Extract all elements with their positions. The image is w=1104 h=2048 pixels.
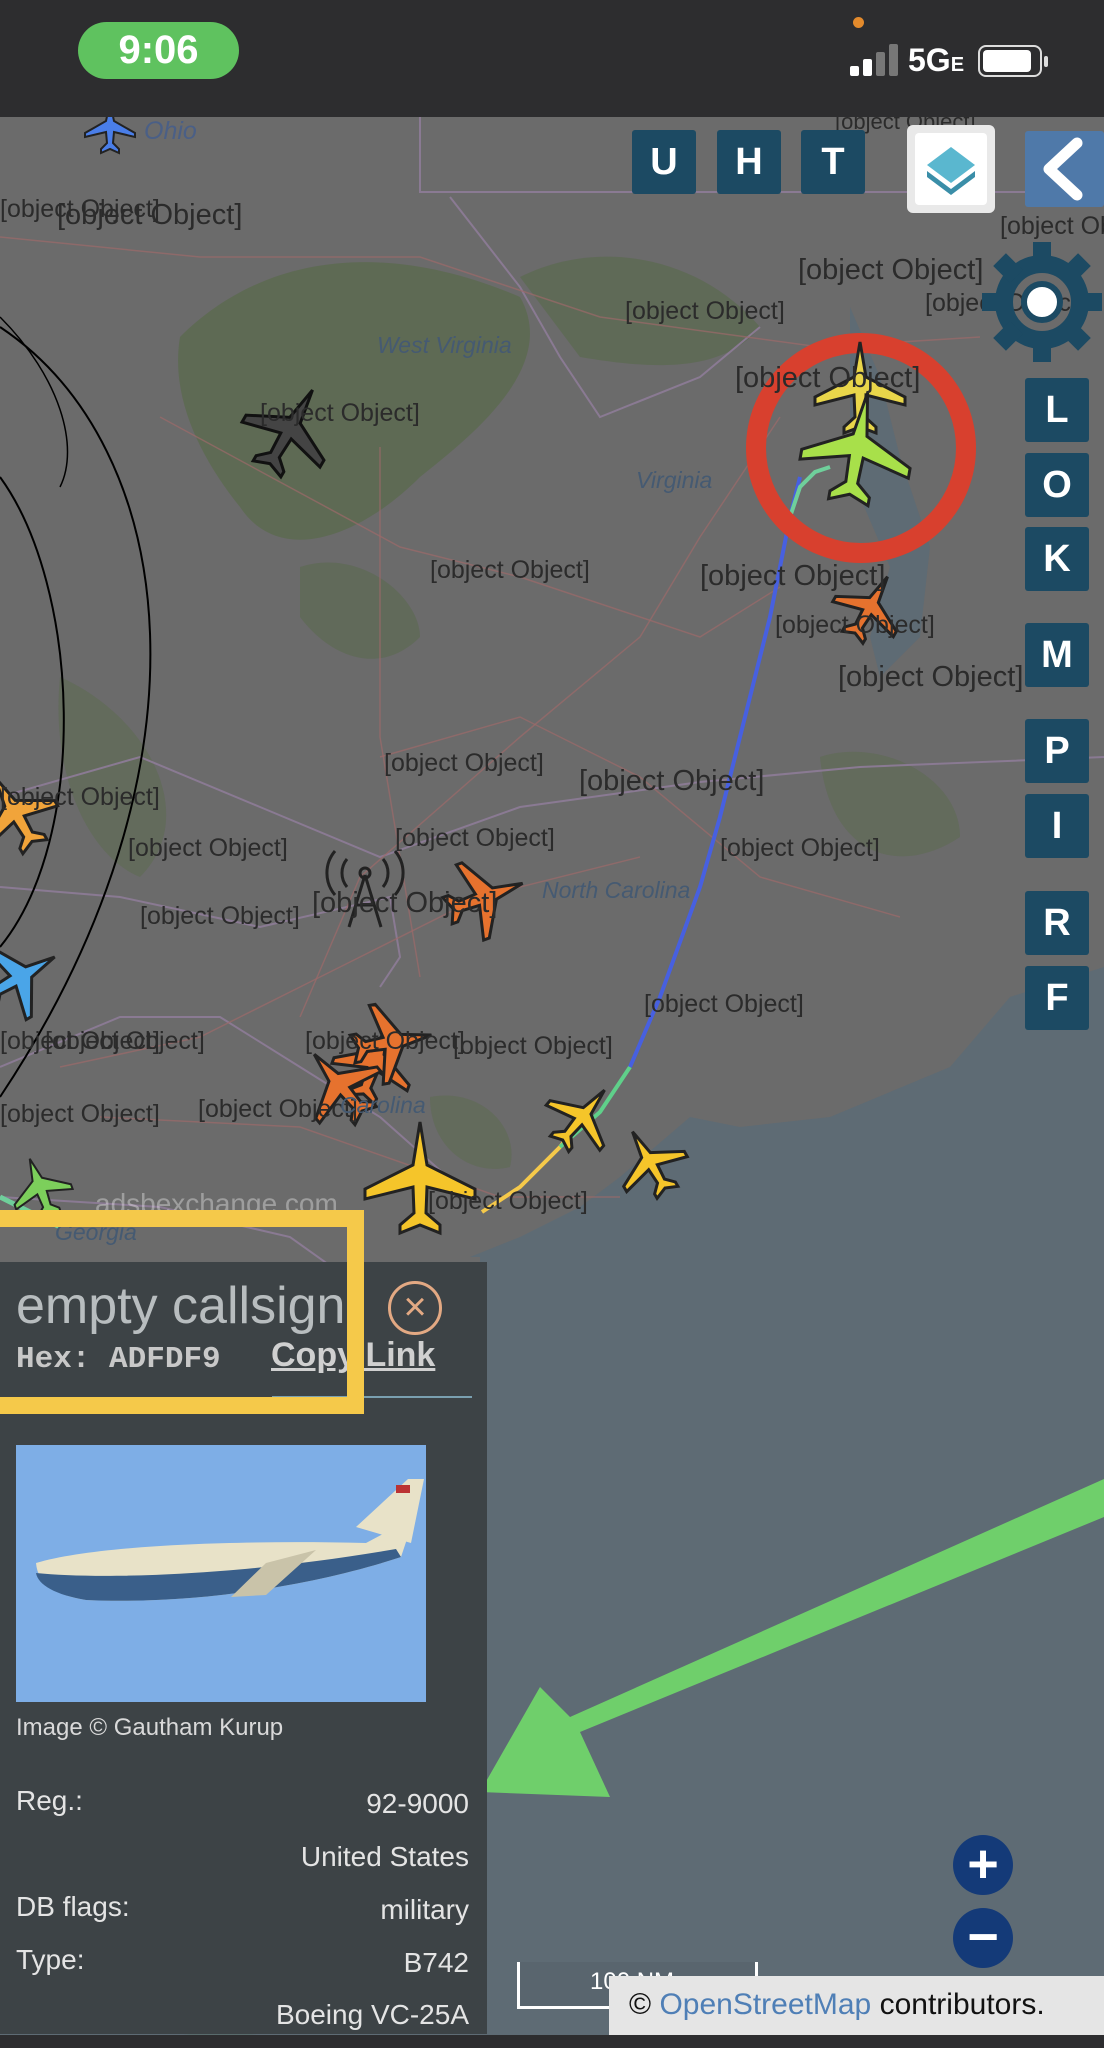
gear-icon[interactable] (980, 240, 1104, 364)
aircraft-image (16, 1445, 426, 1702)
city-label: [object Object] (735, 362, 921, 394)
collapse-panel-button[interactable] (1025, 131, 1104, 207)
toggle-i-button[interactable]: I (1025, 794, 1089, 858)
reg-value: 92-9000 (366, 1788, 469, 1819)
osm-link[interactable]: OpenStreetMap (659, 1988, 871, 2021)
city-label: [object Object] (0, 1100, 160, 1128)
reg-label: Reg.: (16, 1785, 83, 1816)
city-label: [object Object] (644, 990, 804, 1018)
zoom-in-button[interactable]: + (953, 1835, 1013, 1895)
toggle-r-button[interactable]: R (1025, 891, 1089, 955)
city-label: [object Object] (260, 399, 420, 427)
city-label: [object Object] (720, 834, 880, 862)
city-label: [object Object] (798, 254, 984, 286)
toggle-t-button[interactable]: T (801, 130, 865, 194)
state-label: North Carolina (542, 877, 691, 903)
close-icon[interactable]: × (388, 1281, 442, 1335)
status-bar: 9:06 5GE (0, 0, 1104, 117)
toggle-m-button[interactable]: M (1025, 623, 1089, 687)
toggle-f-button[interactable]: F (1025, 966, 1089, 1030)
state-label: Ohio (144, 117, 197, 145)
battery-icon (978, 45, 1048, 77)
city-label: [object Object] (395, 824, 555, 852)
state-label: Carolina (340, 1092, 426, 1118)
city-label: [object Object] (0, 783, 160, 811)
layers-icon (915, 133, 987, 205)
highlight-box (0, 1210, 364, 1414)
type-full-value: Boeing VC-25A (275, 1999, 469, 2030)
clock: 9:06 (78, 22, 239, 79)
city-label: [object Object] (0, 1027, 160, 1055)
city-label: [object Object] (1000, 212, 1104, 240)
network-label: 5GE (908, 42, 965, 78)
city-label: [object Object] (305, 1027, 465, 1055)
privacy-indicator (853, 17, 864, 28)
type-value: B742 (403, 1947, 469, 1978)
toggle-l-button[interactable]: L (1025, 378, 1089, 442)
db-flags-label: DB flags: (16, 1891, 130, 1922)
bottom-bar (0, 2035, 1104, 2048)
state-label: West Virginia (377, 332, 512, 358)
city-label: [object Object] (57, 199, 243, 231)
type-label: Type: (16, 1944, 85, 1975)
city-label: [object Object] (312, 887, 498, 919)
chevron-left-icon (1043, 137, 1083, 201)
city-label: [object Object] (430, 556, 590, 584)
db-flags-value: military (380, 1894, 469, 1925)
city-label: [object Object] (625, 297, 785, 325)
toggle-h-button[interactable]: H (717, 130, 781, 194)
arrow-pointer (480, 1479, 1104, 1797)
city-label: [object Object] (838, 661, 1024, 693)
layers-button[interactable] (907, 125, 995, 213)
map-attribution: © OpenStreetMap contributors. (609, 1976, 1104, 2035)
state-label: Virginia (636, 467, 713, 493)
city-label: [object Object] (453, 1032, 613, 1060)
city-label: [object Object] (140, 902, 300, 930)
toggle-u-button[interactable]: U (632, 130, 696, 194)
city-label: [object Object] (775, 611, 935, 639)
city-label: [object Object] (428, 1187, 588, 1215)
city-label: [object Object] (384, 749, 544, 777)
image-credit: Image © Gautham Kurup (16, 1714, 284, 1741)
toggle-k-button[interactable]: K (1025, 527, 1089, 591)
zoom-out-button[interactable]: − (953, 1908, 1013, 1968)
aircraft-photo[interactable] (16, 1445, 426, 1702)
city-label: [object Object] (128, 834, 288, 862)
city-label: [object Object] (579, 765, 765, 797)
city-label: [object Object] (198, 1095, 358, 1123)
country-value: United States (300, 1841, 469, 1872)
city-label: [object Object] (700, 560, 886, 592)
signal-icon (850, 44, 898, 76)
toggle-p-button[interactable]: P (1025, 719, 1089, 783)
toggle-o-button[interactable]: O (1025, 453, 1089, 517)
